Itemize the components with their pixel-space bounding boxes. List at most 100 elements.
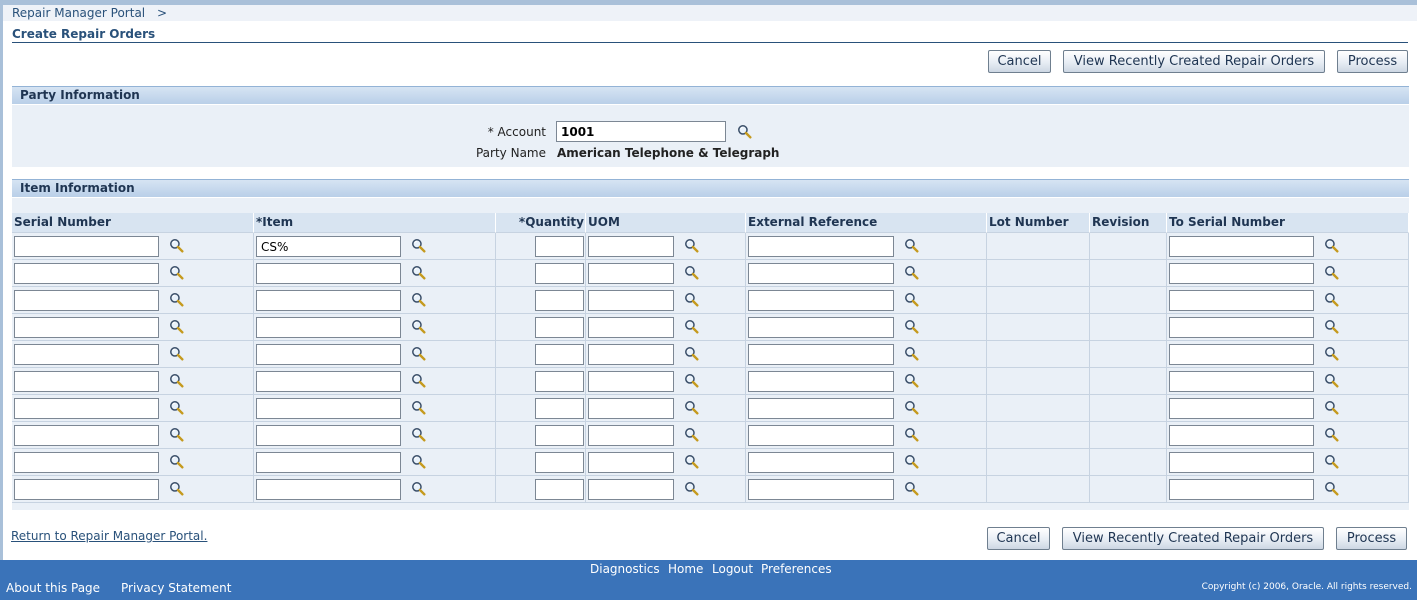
item-lookup-icon[interactable] bbox=[411, 292, 426, 307]
serial-number-input[interactable] bbox=[14, 425, 159, 446]
item-lookup-icon[interactable] bbox=[411, 454, 426, 469]
to-serial-number-input[interactable] bbox=[1169, 263, 1314, 284]
item-lookup-icon[interactable] bbox=[411, 373, 426, 388]
external-reference-input[interactable] bbox=[748, 344, 894, 365]
serial-number-input[interactable] bbox=[14, 236, 159, 257]
to-serial-number-lookup-icon[interactable] bbox=[1324, 238, 1339, 253]
account-input[interactable] bbox=[556, 121, 726, 142]
external-reference-input[interactable] bbox=[748, 398, 894, 419]
uom-lookup-icon[interactable] bbox=[684, 481, 699, 496]
to-serial-number-input[interactable] bbox=[1169, 317, 1314, 338]
external-reference-lookup-icon[interactable] bbox=[904, 265, 919, 280]
item-input[interactable] bbox=[256, 479, 401, 500]
account-lookup-icon[interactable] bbox=[737, 124, 752, 139]
quantity-input[interactable] bbox=[535, 371, 584, 392]
to-serial-number-input[interactable] bbox=[1169, 479, 1314, 500]
external-reference-input[interactable] bbox=[748, 479, 894, 500]
to-serial-number-lookup-icon[interactable] bbox=[1324, 265, 1339, 280]
external-reference-lookup-icon[interactable] bbox=[904, 238, 919, 253]
to-serial-number-lookup-icon[interactable] bbox=[1324, 319, 1339, 334]
serial-number-lookup-icon[interactable] bbox=[169, 427, 184, 442]
item-lookup-icon[interactable] bbox=[411, 427, 426, 442]
item-lookup-icon[interactable] bbox=[411, 481, 426, 496]
footer-about-this-page[interactable]: About this Page bbox=[6, 581, 100, 595]
uom-input[interactable] bbox=[588, 425, 674, 446]
to-serial-number-lookup-icon[interactable] bbox=[1324, 292, 1339, 307]
footer-privacy-statement[interactable]: Privacy Statement bbox=[121, 581, 231, 595]
serial-number-input[interactable] bbox=[14, 371, 159, 392]
serial-number-lookup-icon[interactable] bbox=[169, 373, 184, 388]
return-to-portal-link[interactable]: Return to Repair Manager Portal. bbox=[11, 529, 207, 543]
uom-lookup-icon[interactable] bbox=[684, 292, 699, 307]
item-input[interactable] bbox=[256, 317, 401, 338]
serial-number-input[interactable] bbox=[14, 263, 159, 284]
serial-number-lookup-icon[interactable] bbox=[169, 238, 184, 253]
footer-link-diagnostics[interactable]: Diagnostics bbox=[590, 562, 660, 576]
item-input[interactable] bbox=[256, 263, 401, 284]
to-serial-number-lookup-icon[interactable] bbox=[1324, 481, 1339, 496]
to-serial-number-lookup-icon[interactable] bbox=[1324, 400, 1339, 415]
quantity-input[interactable] bbox=[535, 317, 584, 338]
item-input[interactable] bbox=[256, 236, 401, 257]
cancel-button-bottom[interactable]: Cancel bbox=[987, 527, 1050, 550]
external-reference-input[interactable] bbox=[748, 425, 894, 446]
footer-link-preferences[interactable]: Preferences bbox=[761, 562, 832, 576]
to-serial-number-input[interactable] bbox=[1169, 236, 1314, 257]
to-serial-number-input[interactable] bbox=[1169, 290, 1314, 311]
quantity-input[interactable] bbox=[535, 398, 584, 419]
serial-number-lookup-icon[interactable] bbox=[169, 400, 184, 415]
external-reference-lookup-icon[interactable] bbox=[904, 373, 919, 388]
to-serial-number-lookup-icon[interactable] bbox=[1324, 427, 1339, 442]
process-button-bottom[interactable]: Process bbox=[1336, 527, 1407, 550]
uom-lookup-icon[interactable] bbox=[684, 454, 699, 469]
serial-number-lookup-icon[interactable] bbox=[169, 319, 184, 334]
external-reference-lookup-icon[interactable] bbox=[904, 454, 919, 469]
to-serial-number-lookup-icon[interactable] bbox=[1324, 454, 1339, 469]
external-reference-lookup-icon[interactable] bbox=[904, 319, 919, 334]
uom-lookup-icon[interactable] bbox=[684, 427, 699, 442]
serial-number-lookup-icon[interactable] bbox=[169, 265, 184, 280]
quantity-input[interactable] bbox=[535, 263, 584, 284]
uom-lookup-icon[interactable] bbox=[684, 238, 699, 253]
external-reference-input[interactable] bbox=[748, 452, 894, 473]
serial-number-input[interactable] bbox=[14, 398, 159, 419]
external-reference-lookup-icon[interactable] bbox=[904, 481, 919, 496]
item-input[interactable] bbox=[256, 425, 401, 446]
footer-link-logout[interactable]: Logout bbox=[712, 562, 753, 576]
quantity-input[interactable] bbox=[535, 290, 584, 311]
external-reference-input[interactable] bbox=[748, 263, 894, 284]
quantity-input[interactable] bbox=[535, 452, 584, 473]
item-lookup-icon[interactable] bbox=[411, 238, 426, 253]
footer-link-home[interactable]: Home bbox=[668, 562, 703, 576]
serial-number-lookup-icon[interactable] bbox=[169, 292, 184, 307]
to-serial-number-input[interactable] bbox=[1169, 398, 1314, 419]
view-recent-repair-orders-button-bottom[interactable]: View Recently Created Repair Orders bbox=[1062, 527, 1324, 550]
quantity-input[interactable] bbox=[535, 344, 584, 365]
external-reference-lookup-icon[interactable] bbox=[904, 292, 919, 307]
uom-lookup-icon[interactable] bbox=[684, 400, 699, 415]
uom-lookup-icon[interactable] bbox=[684, 319, 699, 334]
cancel-button-top[interactable]: Cancel bbox=[988, 50, 1051, 73]
uom-input[interactable] bbox=[588, 371, 674, 392]
item-input[interactable] bbox=[256, 290, 401, 311]
item-input[interactable] bbox=[256, 398, 401, 419]
quantity-input[interactable] bbox=[535, 425, 584, 446]
uom-input[interactable] bbox=[588, 398, 674, 419]
item-input[interactable] bbox=[256, 452, 401, 473]
item-lookup-icon[interactable] bbox=[411, 400, 426, 415]
uom-lookup-icon[interactable] bbox=[684, 346, 699, 361]
serial-number-input[interactable] bbox=[14, 452, 159, 473]
to-serial-number-input[interactable] bbox=[1169, 425, 1314, 446]
external-reference-lookup-icon[interactable] bbox=[904, 427, 919, 442]
serial-number-lookup-icon[interactable] bbox=[169, 454, 184, 469]
uom-input[interactable] bbox=[588, 452, 674, 473]
item-input[interactable] bbox=[256, 371, 401, 392]
item-lookup-icon[interactable] bbox=[411, 346, 426, 361]
serial-number-input[interactable] bbox=[14, 479, 159, 500]
to-serial-number-input[interactable] bbox=[1169, 371, 1314, 392]
process-button-top[interactable]: Process bbox=[1337, 50, 1408, 73]
external-reference-lookup-icon[interactable] bbox=[904, 346, 919, 361]
uom-input[interactable] bbox=[588, 317, 674, 338]
to-serial-number-lookup-icon[interactable] bbox=[1324, 346, 1339, 361]
uom-lookup-icon[interactable] bbox=[684, 265, 699, 280]
